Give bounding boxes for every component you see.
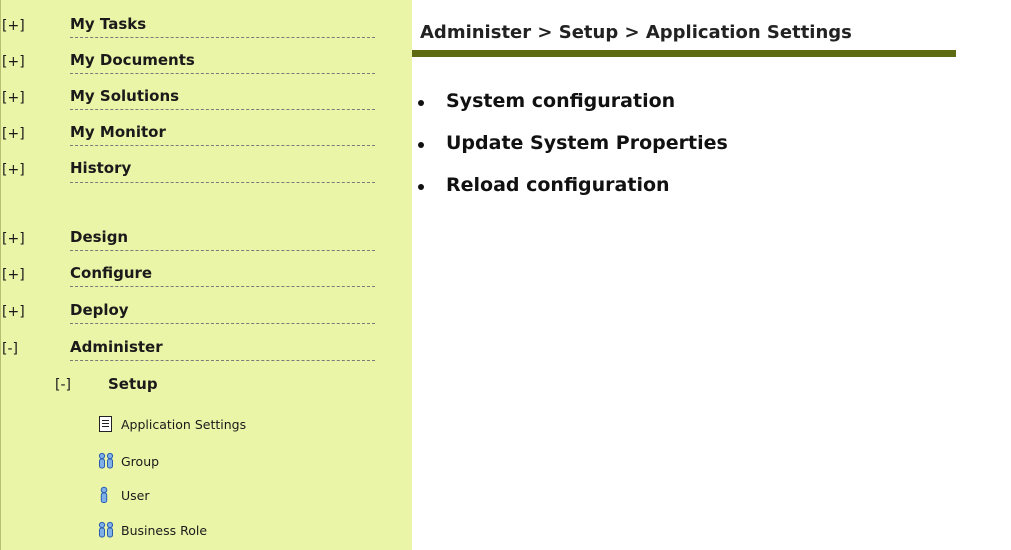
divider: [70, 286, 375, 287]
expand-toggle[interactable]: [+]: [2, 90, 25, 106]
expand-toggle[interactable]: [+]: [2, 18, 25, 34]
sidebar-item-history[interactable]: [+] History: [1, 152, 413, 183]
main-content: Administer > Setup > Application Setting…: [412, 0, 1011, 550]
sidebar-item-setup[interactable]: [-] Setup: [1, 372, 413, 398]
divider: [70, 73, 375, 74]
sidebar-item-business-role[interactable]: Business Role: [97, 520, 397, 544]
divider: [70, 250, 375, 251]
document-icon: [97, 415, 115, 433]
divider: [70, 145, 375, 146]
breadcrumb: Administer > Setup > Application Setting…: [420, 22, 852, 43]
sidebar-item-group[interactable]: Group: [97, 451, 397, 475]
sidebar-item-administer[interactable]: [-] Administer: [1, 331, 413, 361]
sidebar-item-label[interactable]: Administer: [70, 338, 163, 356]
sidebar-item-configure[interactable]: [+] Configure: [1, 257, 413, 287]
divider: [70, 360, 375, 361]
sidebar-item-design[interactable]: [+] Design: [1, 221, 413, 251]
sidebar-item-label[interactable]: My Monitor: [70, 123, 166, 141]
sidebar-item-label[interactable]: My Documents: [70, 51, 195, 69]
sidebar-item-label[interactable]: Group: [121, 454, 159, 469]
sidebar-item-label[interactable]: User: [121, 488, 150, 503]
user-icon: [97, 486, 115, 504]
expand-toggle[interactable]: [+]: [2, 304, 25, 320]
group-icon: [97, 521, 115, 539]
collapse-toggle[interactable]: [-]: [55, 377, 71, 393]
divider: [70, 323, 375, 324]
sidebar-item-label[interactable]: Configure: [70, 264, 152, 282]
sidebar-nav: [+] My Tasks [+] My Documents [+] My Sol…: [0, 0, 412, 550]
sidebar-item-label[interactable]: History: [70, 159, 131, 177]
expand-toggle[interactable]: [+]: [2, 54, 25, 70]
divider: [70, 37, 375, 38]
sidebar-item-label[interactable]: My Solutions: [70, 87, 179, 105]
sidebar-item-my-monitor[interactable]: [+] My Monitor: [1, 116, 413, 146]
bullet-icon: [418, 100, 424, 106]
sidebar-item-my-tasks[interactable]: [+] My Tasks: [1, 8, 413, 38]
sidebar-item-label[interactable]: Business Role: [121, 523, 207, 538]
title-underline: [412, 50, 956, 57]
group-icon: [97, 452, 115, 470]
sidebar-item-my-documents[interactable]: [+] My Documents: [1, 44, 413, 74]
sidebar-item-label[interactable]: Application Settings: [121, 417, 246, 432]
update-system-properties-link[interactable]: Update System Properties: [446, 132, 728, 154]
sidebar-item-deploy[interactable]: [+] Deploy: [1, 294, 413, 324]
expand-toggle[interactable]: [+]: [2, 162, 25, 178]
expand-toggle[interactable]: [+]: [2, 231, 25, 247]
sidebar-item-label[interactable]: My Tasks: [70, 15, 146, 33]
expand-toggle[interactable]: [+]: [2, 126, 25, 142]
bullet-icon: [418, 184, 424, 190]
sidebar-item-label[interactable]: Design: [70, 228, 128, 246]
expand-toggle[interactable]: [+]: [2, 267, 25, 283]
sidebar-item-my-solutions[interactable]: [+] My Solutions: [1, 80, 413, 110]
divider: [70, 182, 375, 183]
bullet-icon: [418, 142, 424, 148]
reload-configuration-link[interactable]: Reload configuration: [446, 174, 670, 196]
sidebar-item-label[interactable]: Setup: [108, 375, 158, 393]
system-configuration-link[interactable]: System configuration: [446, 90, 675, 112]
sidebar-item-user[interactable]: User: [97, 485, 397, 509]
divider: [70, 109, 375, 110]
collapse-toggle[interactable]: [-]: [2, 341, 18, 357]
sidebar-item-application-settings[interactable]: Application Settings: [97, 414, 397, 438]
sidebar-item-label[interactable]: Deploy: [70, 301, 129, 319]
